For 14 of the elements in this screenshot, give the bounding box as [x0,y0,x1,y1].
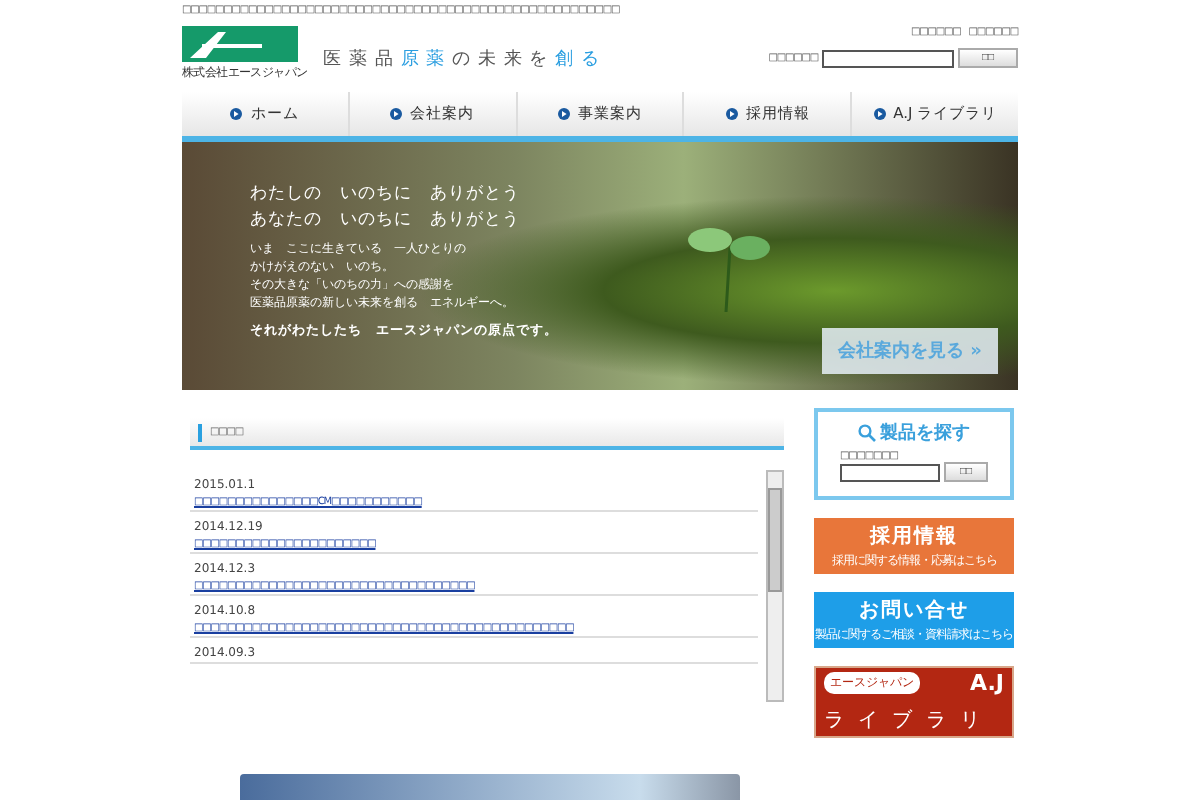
company-logo-icon [182,25,298,61]
hero-headline: わたしの いのちに ありがとう [250,182,520,206]
bullet-icon [725,108,738,120]
hero-headline: あなたの いのちに ありがとう [250,208,520,232]
search-icon [858,424,876,442]
bullet-icon [557,108,570,120]
scrollbar[interactable] [766,470,784,702]
product-search-title: 製品を探す [858,420,970,446]
bullet-icon [230,108,243,120]
bullet-icon [873,108,886,120]
bullet-icon [390,108,403,120]
product-search-field[interactable] [840,463,940,481]
tagline: 医 薬 品 原 薬 の 未 来 を 創 る [323,47,600,72]
search-field[interactable] [822,49,954,67]
